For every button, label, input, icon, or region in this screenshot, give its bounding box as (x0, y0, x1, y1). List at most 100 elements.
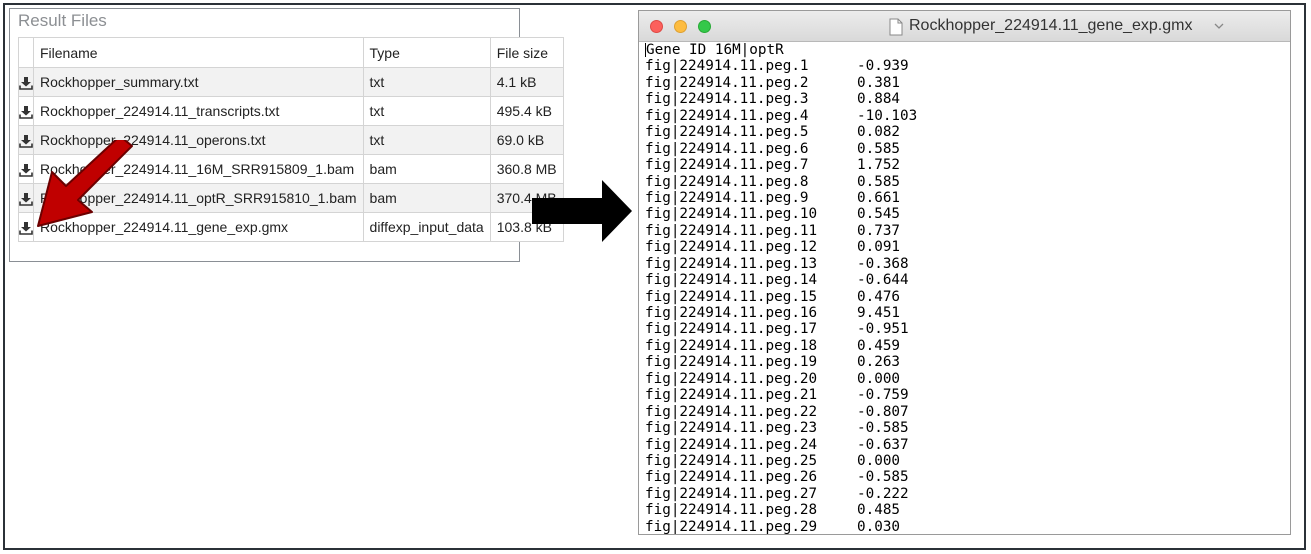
text-line: fig|224914.11.peg.11 0.737 (645, 223, 1285, 239)
file-type-cell: txt (362, 96, 491, 126)
table-header-row: Filename Type File size (18, 37, 564, 68)
text-line: fig|224914.11.peg.3 0.884 (645, 91, 1285, 107)
expression-value: 0.884 (857, 91, 901, 108)
text-line: fig|224914.11.peg.18 0.459 (645, 338, 1285, 354)
expression-value: 0.030 (857, 518, 901, 535)
red-arrow-icon (37, 140, 133, 227)
text-line: fig|224914.11.peg.7 1.752 (645, 157, 1285, 173)
text-line: fig|224914.11.peg.15 0.476 (645, 289, 1285, 305)
table-row: Rockhopper_224914.11_transcripts.txt txt 4… (18, 96, 564, 126)
header-type[interactable]: Type (362, 37, 491, 68)
black-arrow-icon (532, 180, 632, 242)
file-type-cell: txt (362, 67, 491, 97)
file-type-cell: txt (362, 125, 491, 155)
gene-id: fig|224914.11.peg.29 (645, 518, 818, 535)
header-icon-column (18, 37, 34, 68)
gene-id: fig|224914.11.peg.9 (645, 189, 809, 206)
text-line: fig|224914.11.peg.23 -0.585 (645, 420, 1285, 436)
text-line: fig|224914.11.peg.9 0.661 (645, 190, 1285, 206)
expression-value: 0.585 (857, 140, 901, 157)
file-name-cell[interactable]: Rockhopper_summary.txt (33, 67, 364, 97)
gene-id: fig|224914.11.peg.15 (645, 288, 818, 305)
file-text-content[interactable]: Gene ID 16M|optR fig|224914.11.peg.1 -0.9… (645, 42, 1285, 535)
expression-value: -0.585 (857, 420, 909, 437)
text-line: fig|224914.11.peg.21 -0.759 (645, 387, 1285, 403)
expression-value: 0.000 (857, 452, 901, 469)
text-line: fig|224914.11.peg.1 -0.939 (645, 58, 1285, 74)
gene-id: fig|224914.11.peg.2 (645, 74, 809, 91)
text-line: fig|224914.11.peg.8 0.585 (645, 174, 1285, 190)
gene-id: fig|224914.11.peg.10 (645, 206, 818, 223)
expression-value: -0.807 (857, 403, 909, 420)
chevron-down-icon[interactable] (1214, 21, 1224, 31)
gene-id: fig|224914.11.peg.23 (645, 420, 818, 437)
text-line: fig|224914.11.peg.24 -0.637 (645, 437, 1285, 453)
text-line: fig|224914.11.peg.6 0.585 (645, 141, 1285, 157)
expression-value: 0.000 (857, 370, 901, 387)
text-header-line: Gene ID 16M|optR (645, 42, 784, 58)
text-line: fig|224914.11.peg.22 -0.807 (645, 404, 1285, 420)
download-button[interactable] (18, 67, 34, 97)
text-line: fig|224914.11.peg.10 0.545 (645, 206, 1285, 222)
gene-id: fig|224914.11.peg.14 (645, 272, 818, 289)
gene-id: fig|224914.11.peg.6 (645, 140, 809, 157)
text-line: fig|224914.11.peg.29 0.030 (645, 518, 1285, 535)
text-line: fig|224914.11.peg.16 9.451 (645, 305, 1285, 321)
expression-value: 0.263 (857, 354, 901, 371)
zoom-window-button[interactable] (698, 20, 711, 33)
file-size-cell: 4.1 kB (489, 67, 564, 97)
download-icon[interactable] (19, 105, 33, 119)
expression-value: 0.082 (857, 124, 901, 141)
table-row: Rockhopper_summary.txt txt 4.1 kB (18, 67, 564, 97)
expression-value: -0.585 (857, 469, 909, 486)
text-line: fig|224914.11.peg.2 0.381 (645, 75, 1285, 91)
file-type-cell: bam (362, 154, 491, 184)
gene-id: fig|224914.11.peg.24 (645, 436, 818, 453)
gene-id: fig|224914.11.peg.8 (645, 173, 809, 190)
expression-value: 0.476 (857, 288, 901, 305)
gene-id: fig|224914.11.peg.20 (645, 370, 818, 387)
expression-value: 0.091 (857, 239, 901, 256)
document-icon (889, 18, 903, 36)
gene-id: fig|224914.11.peg.4 (645, 107, 809, 124)
gene-id: fig|224914.11.peg.26 (645, 469, 818, 486)
header-file-size[interactable]: File size (489, 37, 564, 68)
file-type-cell: diffexp_input_data (362, 212, 491, 242)
file-name-cell[interactable]: Rockhopper_224914.11_transcripts.txt (33, 96, 364, 126)
expression-value: -0.222 (857, 485, 909, 502)
expression-value: -0.951 (857, 321, 909, 338)
text-line: fig|224914.11.peg.4 -10.103 (645, 108, 1285, 124)
file-size-cell: 495.4 kB (489, 96, 564, 126)
close-window-button[interactable] (650, 20, 663, 33)
expression-value: 0.585 (857, 173, 901, 190)
window-titlebar[interactable]: Rockhopper_224914.11_gene_exp.gmx (639, 11, 1290, 42)
text-line: fig|224914.11.peg.14 -0.644 (645, 272, 1285, 288)
text-line: fig|224914.11.peg.5 0.082 (645, 124, 1285, 140)
gene-id: fig|224914.11.peg.18 (645, 337, 818, 354)
gene-id: fig|224914.11.peg.16 (645, 305, 818, 321)
gene-id: fig|224914.11.peg.19 (645, 354, 818, 371)
download-button[interactable] (18, 96, 34, 126)
expression-value: -10.103 (857, 107, 918, 124)
gene-id: fig|224914.11.peg.12 (645, 239, 818, 256)
file-size-cell: 69.0 kB (489, 125, 564, 155)
file-type-cell: bam (362, 183, 491, 213)
header-filename[interactable]: Filename (33, 37, 364, 68)
expression-value: 0.661 (857, 189, 901, 206)
text-line: fig|224914.11.peg.19 0.263 (645, 354, 1285, 370)
gene-id: fig|224914.11.peg.5 (645, 124, 809, 141)
expression-value: 1.752 (857, 157, 901, 174)
gene-id: fig|224914.11.peg.3 (645, 91, 809, 108)
expression-value: 0.459 (857, 337, 901, 354)
download-icon[interactable] (19, 76, 33, 90)
text-line: fig|224914.11.peg.17 -0.951 (645, 321, 1285, 337)
minimize-window-button[interactable] (674, 20, 687, 33)
gene-id: fig|224914.11.peg.11 (645, 222, 818, 239)
expression-value: 0.737 (857, 222, 901, 239)
gene-id: fig|224914.11.peg.17 (645, 321, 818, 338)
expression-value: -0.637 (857, 436, 909, 453)
gene-id: fig|224914.11.peg.22 (645, 403, 818, 420)
expression-value: -0.939 (857, 58, 909, 75)
text-line: fig|224914.11.peg.26 -0.585 (645, 469, 1285, 485)
expression-value: 0.381 (857, 74, 901, 91)
